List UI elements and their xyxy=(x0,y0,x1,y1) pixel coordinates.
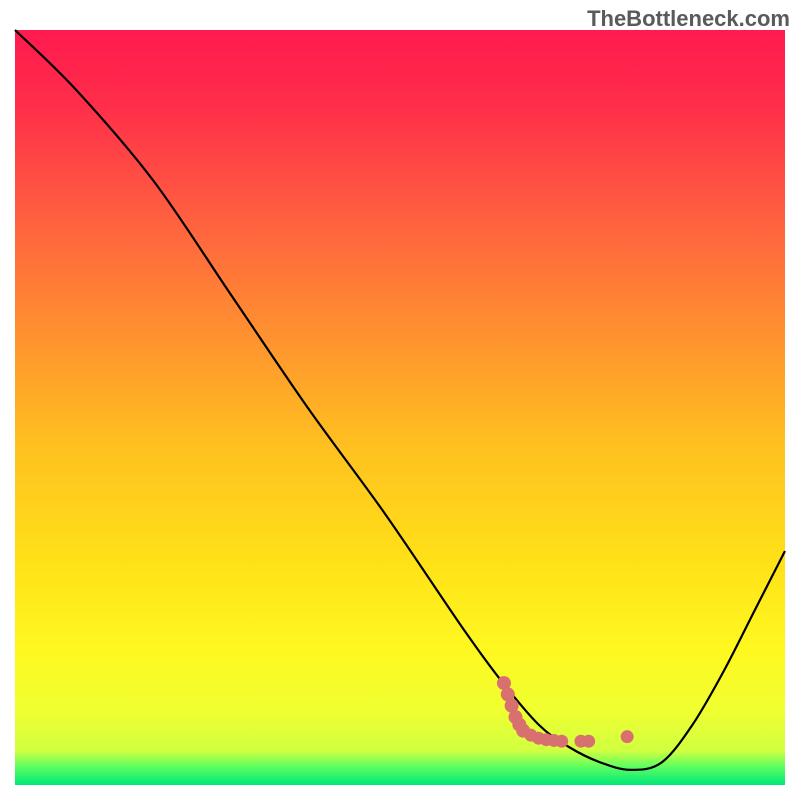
watermark-text: TheBottleneck.com xyxy=(587,6,790,32)
plot-background xyxy=(15,30,785,785)
bottleneck-chart xyxy=(0,0,800,800)
marker-point xyxy=(582,735,595,748)
chart-container: TheBottleneck.com xyxy=(0,0,800,800)
marker-point xyxy=(621,730,634,743)
marker-point xyxy=(555,735,568,748)
